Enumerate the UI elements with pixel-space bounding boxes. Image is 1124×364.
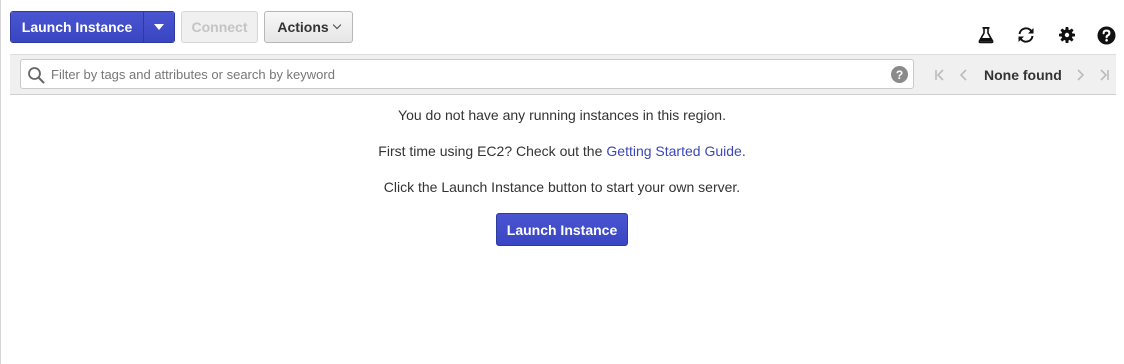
getting-started-message: First time using EC2? Check out the Getti… <box>0 141 1124 161</box>
actions-label: Actions <box>277 19 329 35</box>
search-input[interactable] <box>51 60 871 88</box>
no-instances-message: You do not have any running instances in… <box>398 107 726 123</box>
caret-down-icon <box>154 24 164 30</box>
search-box: ? <box>20 59 914 89</box>
toolbar: Launch Instance Connect Actions <box>10 11 353 43</box>
help-icon[interactable] <box>1096 25 1116 45</box>
launch-options-dropdown[interactable] <box>143 12 174 42</box>
search-help-icon[interactable]: ? <box>891 66 908 83</box>
filter-bar: ? None found <box>10 54 1116 95</box>
launch-hint-message: Click the Launch Instance button to star… <box>383 179 741 195</box>
getting-started-prefix: First time using EC2? Check out the <box>378 143 603 159</box>
empty-state: You do not have any running instances in… <box>0 105 1124 246</box>
chevron-down-icon <box>332 20 341 30</box>
launch-instance-button[interactable]: Launch Instance <box>11 12 143 42</box>
gear-icon[interactable] <box>1057 25 1077 45</box>
pagination-status: None found <box>984 66 1062 83</box>
first-page-icon[interactable] <box>928 65 952 85</box>
launch-instance-split-button: Launch Instance <box>10 11 175 43</box>
connect-button[interactable]: Connect <box>181 11 258 43</box>
refresh-icon[interactable] <box>1016 25 1036 45</box>
launch-instance-button-center[interactable]: Launch Instance <box>496 213 628 246</box>
getting-started-suffix: . <box>741 143 746 159</box>
actions-button[interactable]: Actions <box>264 11 353 43</box>
pagination: None found <box>928 55 1116 94</box>
getting-started-guide-link[interactable]: Getting Started Guide <box>606 143 741 159</box>
previous-page-icon[interactable] <box>952 65 976 85</box>
flask-icon[interactable] <box>976 25 996 45</box>
search-icon <box>28 67 45 84</box>
last-page-icon[interactable] <box>1092 65 1116 85</box>
next-page-icon[interactable] <box>1068 65 1092 85</box>
